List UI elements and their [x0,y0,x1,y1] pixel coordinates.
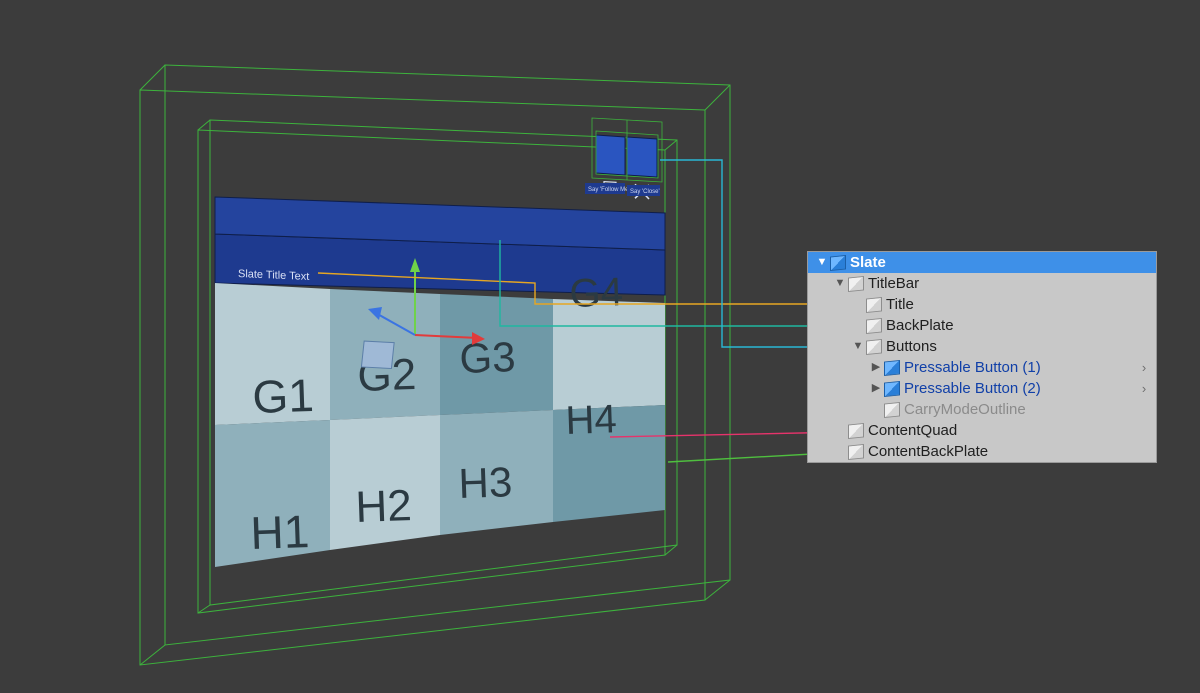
hierarchy-label: Pressable Button (1) [904,357,1041,378]
gameobject-cube-icon [848,275,864,291]
hierarchy-label: ContentQuad [868,420,957,441]
overflow-chevron-icon[interactable]: › [1138,378,1150,399]
gameobject-cube-icon [866,317,882,333]
hierarchy-row-contentbackplate[interactable]: ContentBackPlate [808,441,1156,462]
hierarchy-row-carrymodeoutline[interactable]: CarryModeOutline [808,399,1156,420]
expander-down-icon[interactable]: ▼ [834,273,846,294]
hierarchy-row-pressable-button-2-[interactable]: ▶ Pressable Button (2) › [808,378,1156,399]
hierarchy-label: Slate [850,252,886,273]
gameobject-cube-icon [848,422,864,438]
expander-down-icon[interactable]: ▼ [816,252,828,273]
svg-text:G1: G1 [252,369,315,423]
hierarchy-row-slate[interactable]: ▼ Slate [808,252,1156,273]
hierarchy-row-buttons[interactable]: ▼ Buttons [808,336,1156,357]
hierarchy-row-contentquad[interactable]: ContentQuad [808,420,1156,441]
hierarchy-row-titlebar[interactable]: ▼ TitleBar [808,273,1156,294]
follow-me-button[interactable] [596,135,625,191]
svg-text:G3: G3 [459,333,517,382]
hierarchy-row-pressable-button-1-[interactable]: ▶ Pressable Button (1) › [808,357,1156,378]
hierarchy-row-title[interactable]: Title [808,294,1156,315]
slate-buttons-group: Say 'Follow Me' Say 'Close' [585,118,662,199]
close-hint: Say 'Close' [630,189,660,195]
hierarchy-label: BackPlate [886,315,954,336]
svg-text:H4: H4 [565,397,618,443]
follow-me-hint: Say 'Follow Me' [588,187,630,193]
svg-text:H3: H3 [458,458,513,507]
hierarchy-label: TitleBar [868,273,919,294]
gameobject-cube-icon [884,359,900,375]
hierarchy-panel: ▼Slate▼TitleBarTitleBackPlate▼Buttons▶Pr… [807,251,1157,463]
overflow-chevron-icon[interactable]: › [1138,357,1150,378]
gameobject-cube-icon [866,296,882,312]
expander-right-icon[interactable]: ▶ [870,357,882,378]
expander-down-icon[interactable]: ▼ [852,336,864,357]
hierarchy-label: ContentBackPlate [868,441,988,462]
expander-right-icon[interactable]: ▶ [870,378,882,399]
gameobject-cube-icon [848,443,864,459]
gameobject-cube-icon [830,254,846,270]
hierarchy-label: Buttons [886,336,937,357]
svg-text:H1: H1 [250,505,311,559]
hierarchy-label: Pressable Button (2) [904,378,1041,399]
gameobject-cube-icon [884,380,900,396]
gameobject-cube-icon [884,401,900,417]
hierarchy-label: Title [886,294,914,315]
content-quad: G1 G2 G3 G4 H1 H2 H3 H4 [215,270,665,567]
svg-text:H2: H2 [355,481,413,532]
hierarchy-row-backplate[interactable]: BackPlate [808,315,1156,336]
svg-text:G4: G4 [569,270,624,316]
hierarchy-label: CarryModeOutline [904,399,1026,420]
gameobject-cube-icon [866,338,882,354]
